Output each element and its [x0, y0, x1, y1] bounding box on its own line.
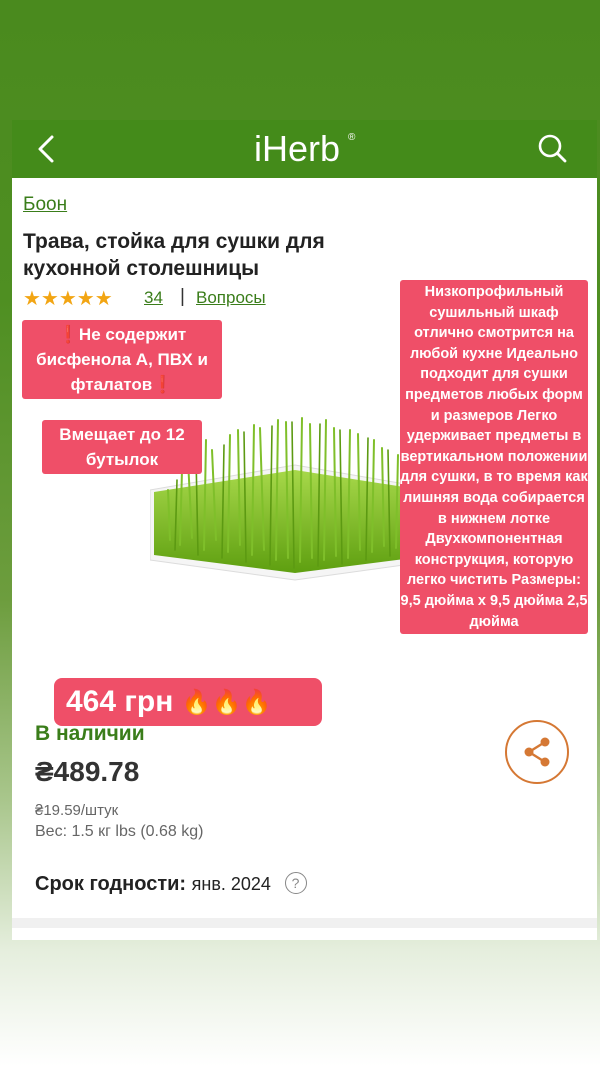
fire-icon: 🔥🔥🔥: [181, 689, 272, 717]
product-card: iHerb ® Боон Трава, стойка для сушки для…: [12, 120, 597, 940]
product-weight: Вес: 1.5 кг lbs (0.68 kg): [35, 823, 204, 840]
description-overlay: Низкопрофильный сушильный шкаф отлично с…: [400, 280, 588, 635]
section-divider: [12, 918, 597, 928]
questions-link[interactable]: Вопросы: [196, 288, 266, 308]
divider: |: [180, 286, 185, 307]
brand-link[interactable]: Боон: [23, 194, 67, 216]
help-icon[interactable]: ?: [284, 872, 307, 894]
registered-mark: ®: [348, 132, 356, 143]
stock-status: В наличии: [35, 722, 145, 745]
unit-price: ₴19.59/штук: [35, 802, 119, 819]
capacity-badge: Вмещает до 12 бутылок: [42, 420, 202, 474]
reviews-count-link[interactable]: 34: [144, 288, 163, 308]
product-title: Трава, стойка для сушки для кухонной сто…: [23, 230, 325, 280]
top-bar: iHerb ®: [12, 120, 597, 178]
share-icon: [524, 737, 550, 767]
search-icon[interactable]: [534, 130, 570, 166]
bpa-free-badge: ❗Не содержит бисфенола А, ПВХ и фталатов…: [22, 320, 222, 399]
sale-price-badge: 464 грн 🔥🔥🔥: [54, 678, 322, 726]
expiry-row: Срок годности: янв. 2024 ?: [35, 872, 307, 896]
expiry-label: Срок годности:: [35, 873, 187, 895]
star-rating-icon: ★★★★★: [23, 288, 113, 310]
product-price: ₴489.78: [35, 756, 140, 787]
expiry-value: янв. 2024: [191, 874, 271, 894]
chevron-left-icon[interactable]: [30, 132, 64, 166]
iherb-logo[interactable]: iHerb: [254, 128, 340, 170]
share-button[interactable]: [505, 720, 569, 784]
sale-price-text: 464 грн: [66, 685, 174, 718]
